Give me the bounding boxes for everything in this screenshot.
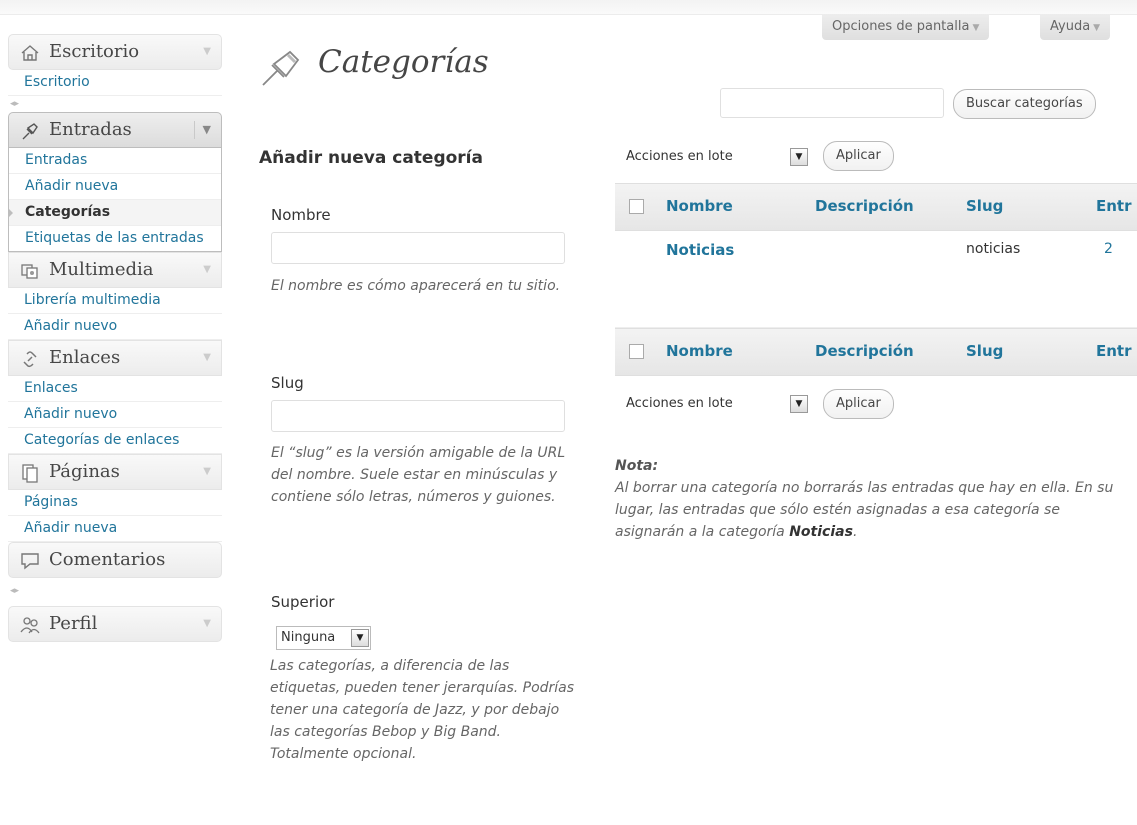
name-label: Nombre <box>271 206 331 224</box>
table-footer: Nombre Descripción Slug Entr <box>615 328 1137 376</box>
media-icon <box>21 264 38 279</box>
slug-label: Slug <box>271 374 304 392</box>
chevron-down-icon[interactable]: ▼ <box>193 121 211 139</box>
menu-pages-label: Páginas <box>49 461 120 482</box>
menu-dashboard-label: Escritorio <box>49 41 140 62</box>
apply-button-bottom[interactable]: Aplicar <box>823 389 894 419</box>
submenu-item[interactable]: Enlaces <box>8 376 222 402</box>
add-category-heading: Añadir nueva categoría <box>259 148 483 168</box>
chevron-down-icon: ▼ <box>351 629 369 647</box>
home-icon <box>21 45 39 61</box>
admin-menu: Escritorio ▼ Escritorio ◂▸ Entradas ▼ En… <box>8 34 222 642</box>
column-posts[interactable]: Entr <box>1096 197 1132 215</box>
bulk-actions-select-top[interactable]: Acciones en lote ▼ <box>621 145 811 169</box>
link-icon <box>23 351 37 368</box>
menu-media[interactable]: Multimedia ▼ <box>8 252 222 288</box>
category-name-link[interactable]: Noticias <box>666 241 734 259</box>
select-all-checkbox[interactable] <box>629 344 644 359</box>
submenu-item-current[interactable]: Categorías <box>8 200 221 226</box>
menu-dashboard[interactable]: Escritorio ▼ <box>8 34 222 70</box>
chevron-down-icon: ▼ <box>1093 23 1101 33</box>
bulk-actions-value: Acciones en lote <box>626 149 733 164</box>
pages-icon <box>22 464 38 483</box>
column-description[interactable]: Descripción <box>815 342 914 360</box>
chevron-down-icon: ▼ <box>203 264 211 275</box>
submenu-item[interactable]: Librería multimedia <box>8 288 222 314</box>
submenu-item[interactable]: Añadir nueva <box>8 516 222 542</box>
submenu-item[interactable]: Añadir nuevo <box>8 314 222 340</box>
search-categories-button[interactable]: Buscar categorías <box>953 89 1096 119</box>
parent-select-value: Ninguna <box>281 630 336 645</box>
users-icon <box>20 617 40 634</box>
select-all-checkbox[interactable] <box>629 199 644 214</box>
note-category: Noticias <box>789 524 853 540</box>
submenu-posts: Entradas Añadir nueva Categorías Etiquet… <box>8 148 222 252</box>
chevron-down-icon: ▼ <box>203 466 211 477</box>
submenu-item[interactable]: Páginas <box>8 490 222 516</box>
deletion-note: Nota: Al borrar una categoría no borrará… <box>615 458 1114 540</box>
submenu-pages: Páginas Añadir nueva <box>8 490 222 542</box>
menu-comments[interactable]: Comentarios <box>8 542 222 578</box>
menu-separator: ◂▸ <box>10 586 20 596</box>
chevron-down-icon: ▼ <box>203 618 211 629</box>
submenu-item[interactable]: Etiquetas de las entradas <box>9 226 221 251</box>
submenu-dashboard: Escritorio <box>8 70 222 96</box>
category-slug: noticias <box>966 241 1021 257</box>
chevron-down-icon: ▼ <box>203 46 211 57</box>
menu-links[interactable]: Enlaces ▼ <box>8 340 222 376</box>
menu-profile-label: Perfil <box>49 613 98 634</box>
help-label: Ayuda <box>1050 19 1091 34</box>
submenu-media: Librería multimedia Añadir nuevo <box>8 288 222 340</box>
menu-pages[interactable]: Páginas ▼ <box>8 454 222 490</box>
submenu-item[interactable]: Entradas <box>9 148 221 174</box>
submenu-item[interactable]: Añadir nuevo <box>8 402 222 428</box>
submenu-links: Enlaces Añadir nuevo Categorías de enlac… <box>8 376 222 454</box>
parent-description: Las categorías, a diferencia de las etiq… <box>270 658 575 762</box>
pushpin-icon <box>262 50 300 86</box>
menu-posts[interactable]: Entradas ▼ <box>8 112 222 148</box>
table-header: Nombre Descripción Slug Entr <box>615 183 1137 231</box>
screen-options-button[interactable]: Opciones de pantalla ▼ <box>822 14 990 40</box>
menu-comments-label: Comentarios <box>49 549 166 570</box>
help-button[interactable]: Ayuda ▼ <box>1040 14 1111 40</box>
screen-options-label: Opciones de pantalla <box>832 19 970 34</box>
note-title: Nota: <box>615 458 659 474</box>
column-slug[interactable]: Slug <box>966 197 1003 215</box>
category-count-link[interactable]: 2 <box>1104 241 1113 257</box>
slug-description: El “slug” es la versión amigable de la U… <box>271 445 566 505</box>
chevron-down-icon: ▼ <box>203 352 211 363</box>
top-bar <box>0 0 1137 15</box>
submenu-item[interactable]: Escritorio <box>8 70 222 96</box>
categories-table: Nombre Descripción Slug Entr Noticias no… <box>615 183 1137 376</box>
name-description: El nombre es cómo aparecerá en tu sitio. <box>271 278 561 294</box>
submenu-item[interactable]: Añadir nueva <box>9 174 221 200</box>
submenu-item[interactable]: Categorías de enlaces <box>8 428 222 454</box>
table-row: Noticias noticias 2 <box>615 231 1137 328</box>
chevron-down-icon: ▼ <box>790 148 808 166</box>
column-slug[interactable]: Slug <box>966 342 1003 360</box>
column-description[interactable]: Descripción <box>815 197 914 215</box>
menu-separator: ◂▸ <box>10 99 20 109</box>
page-title-text: Categorías <box>318 44 489 80</box>
menu-media-label: Multimedia <box>49 259 154 280</box>
parent-label: Superior <box>271 593 335 611</box>
column-posts[interactable]: Entr <box>1096 342 1132 360</box>
name-field[interactable] <box>271 232 565 264</box>
comment-icon <box>21 553 39 570</box>
pushpin-icon <box>22 123 38 140</box>
menu-profile[interactable]: Perfil ▼ <box>8 606 222 642</box>
column-name[interactable]: Nombre <box>666 342 733 360</box>
menu-links-label: Enlaces <box>49 347 121 368</box>
column-name[interactable]: Nombre <box>666 197 733 215</box>
menu-posts-label: Entradas <box>49 119 132 140</box>
search-input[interactable] <box>720 88 944 118</box>
apply-button-top[interactable]: Aplicar <box>823 141 894 171</box>
parent-select[interactable]: Ninguna ▼ <box>276 626 371 650</box>
bulk-actions-value: Acciones en lote <box>626 396 733 411</box>
chevron-down-icon: ▼ <box>790 395 808 413</box>
note-text: Al borrar una categoría no borrarás las … <box>615 480 1114 540</box>
chevron-down-icon: ▼ <box>972 23 980 33</box>
bulk-actions-select-bottom[interactable]: Acciones en lote ▼ <box>621 392 811 416</box>
slug-field[interactable] <box>271 400 565 432</box>
